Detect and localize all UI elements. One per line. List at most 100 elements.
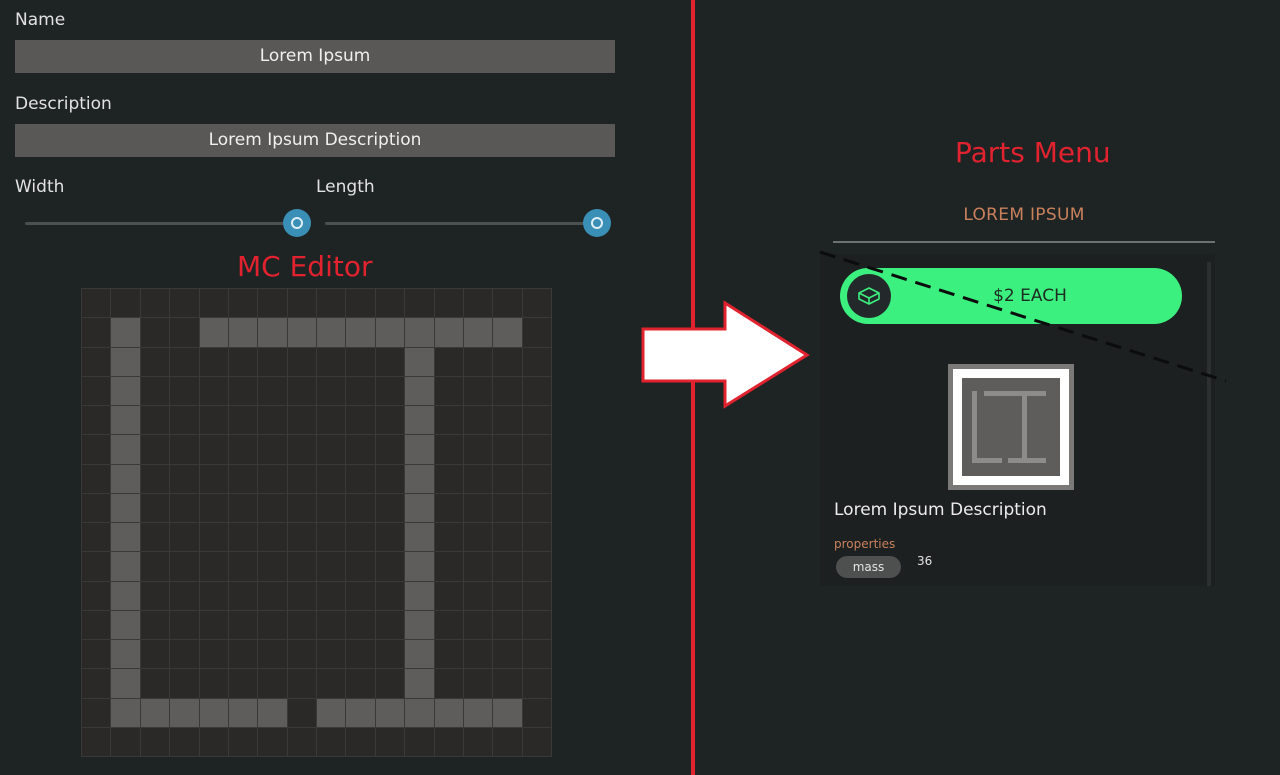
- grid-cell[interactable]: [346, 464, 375, 493]
- grid-cell-filled[interactable]: [111, 376, 140, 405]
- grid-cell[interactable]: [287, 464, 316, 493]
- grid-cell[interactable]: [434, 610, 463, 639]
- grid-cell[interactable]: [140, 435, 170, 464]
- grid-cell[interactable]: [287, 376, 316, 405]
- grid-cell-filled[interactable]: [405, 669, 434, 698]
- grid-cell-filled[interactable]: [170, 698, 199, 727]
- grid-cell[interactable]: [493, 727, 522, 756]
- grid-cell[interactable]: [522, 610, 551, 639]
- grid-cell-filled[interactable]: [405, 493, 434, 522]
- grid-cell[interactable]: [258, 493, 287, 522]
- grid-cell[interactable]: [522, 406, 551, 435]
- grid-cell-filled[interactable]: [405, 376, 434, 405]
- grid-cell[interactable]: [463, 435, 493, 464]
- grid-cell[interactable]: [170, 347, 199, 376]
- grid-cell[interactable]: [258, 523, 287, 552]
- grid-cell[interactable]: [228, 376, 258, 405]
- grid-cell[interactable]: [434, 581, 463, 610]
- grid-cell[interactable]: [140, 406, 170, 435]
- grid-cell[interactable]: [140, 347, 170, 376]
- grid-cell[interactable]: [463, 347, 493, 376]
- grid-cell[interactable]: [228, 464, 258, 493]
- grid-cell[interactable]: [493, 376, 522, 405]
- grid-cell[interactable]: [463, 523, 493, 552]
- length-slider-track[interactable]: [325, 222, 597, 225]
- grid-cell-filled[interactable]: [199, 698, 228, 727]
- grid-cell-filled[interactable]: [405, 435, 434, 464]
- grid-cell[interactable]: [493, 610, 522, 639]
- grid-cell[interactable]: [140, 552, 170, 581]
- grid-cell[interactable]: [82, 289, 111, 318]
- grid-cell[interactable]: [375, 435, 405, 464]
- grid-cell[interactable]: [199, 406, 228, 435]
- grid-cell[interactable]: [346, 640, 375, 669]
- grid-cell[interactable]: [199, 289, 228, 318]
- grid-cell[interactable]: [140, 318, 170, 347]
- grid-cell[interactable]: [228, 581, 258, 610]
- grid-cell[interactable]: [82, 698, 111, 727]
- grid-cell[interactable]: [522, 727, 551, 756]
- grid-cell[interactable]: [228, 493, 258, 522]
- grid-cell[interactable]: [346, 552, 375, 581]
- grid-cell[interactable]: [405, 289, 434, 318]
- grid-cell[interactable]: [317, 493, 346, 522]
- grid-cell[interactable]: [434, 493, 463, 522]
- grid-cell[interactable]: [375, 493, 405, 522]
- grid-cell[interactable]: [493, 669, 522, 698]
- grid-cell[interactable]: [170, 669, 199, 698]
- grid-cell[interactable]: [199, 464, 228, 493]
- grid-cell[interactable]: [287, 669, 316, 698]
- grid-cell-filled[interactable]: [140, 698, 170, 727]
- grid-cell-filled[interactable]: [111, 493, 140, 522]
- grid-cell[interactable]: [170, 289, 199, 318]
- grid-cell[interactable]: [493, 581, 522, 610]
- grid-cell[interactable]: [493, 289, 522, 318]
- grid-cell[interactable]: [317, 435, 346, 464]
- grid-cell[interactable]: [522, 698, 551, 727]
- grid-cell[interactable]: [170, 435, 199, 464]
- grid-cell[interactable]: [258, 669, 287, 698]
- grid-cell[interactable]: [434, 669, 463, 698]
- grid-cell[interactable]: [170, 376, 199, 405]
- grid-cell[interactable]: [287, 347, 316, 376]
- grid-cell[interactable]: [346, 727, 375, 756]
- buy-button-label[interactable]: $2 EACH: [890, 268, 1170, 324]
- grid-cell[interactable]: [199, 581, 228, 610]
- grid-cell[interactable]: [140, 289, 170, 318]
- grid-cell[interactable]: [375, 581, 405, 610]
- grid-cell[interactable]: [346, 669, 375, 698]
- grid-cell-filled[interactable]: [405, 347, 434, 376]
- grid-cell[interactable]: [228, 435, 258, 464]
- grid-cell-filled[interactable]: [375, 318, 405, 347]
- grid-cell[interactable]: [375, 552, 405, 581]
- grid-cell-filled[interactable]: [111, 640, 140, 669]
- length-slider-handle[interactable]: [583, 209, 611, 237]
- name-input[interactable]: Lorem Ipsum: [15, 40, 615, 73]
- grid-cell-filled[interactable]: [111, 581, 140, 610]
- grid-cell-filled[interactable]: [405, 610, 434, 639]
- grid-cell[interactable]: [375, 669, 405, 698]
- grid-cell[interactable]: [258, 289, 287, 318]
- grid-cell[interactable]: [434, 523, 463, 552]
- grid-cell[interactable]: [287, 552, 316, 581]
- grid-cell-filled[interactable]: [258, 698, 287, 727]
- grid-cell[interactable]: [463, 727, 493, 756]
- grid-cell-filled[interactable]: [199, 318, 228, 347]
- grid-cell[interactable]: [199, 727, 228, 756]
- grid-cell[interactable]: [522, 318, 551, 347]
- grid-cell[interactable]: [346, 435, 375, 464]
- grid-cell[interactable]: [522, 493, 551, 522]
- grid-cell[interactable]: [317, 347, 346, 376]
- grid-cell[interactable]: [346, 406, 375, 435]
- grid-cell[interactable]: [287, 581, 316, 610]
- grid-cell[interactable]: [434, 406, 463, 435]
- grid-cell[interactable]: [258, 640, 287, 669]
- grid-cell[interactable]: [82, 523, 111, 552]
- grid-cell[interactable]: [317, 376, 346, 405]
- grid-cell[interactable]: [463, 464, 493, 493]
- grid-cell-filled[interactable]: [111, 610, 140, 639]
- grid-cell[interactable]: [346, 581, 375, 610]
- grid-cell[interactable]: [170, 640, 199, 669]
- grid-cell-filled[interactable]: [405, 640, 434, 669]
- grid-cell[interactable]: [434, 289, 463, 318]
